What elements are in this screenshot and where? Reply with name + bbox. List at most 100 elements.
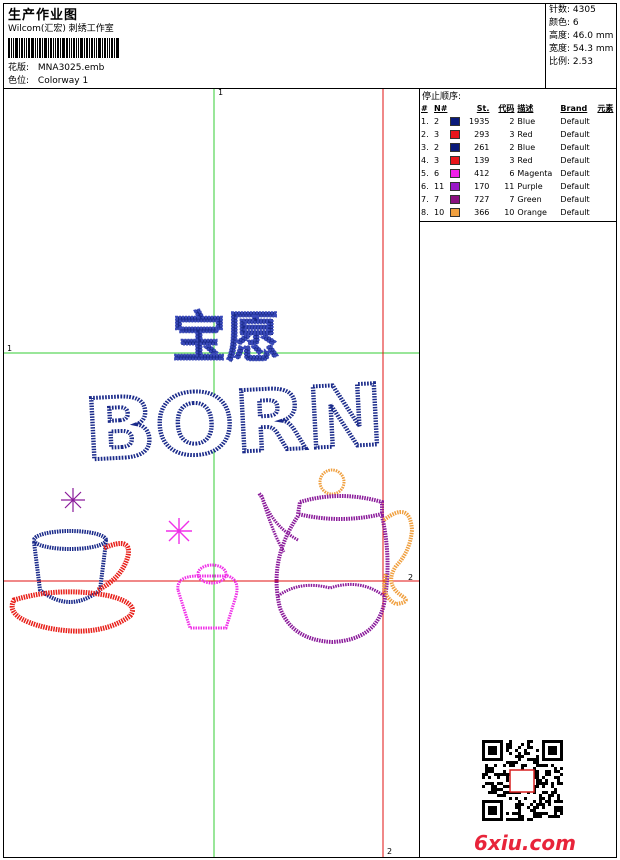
qr-module [485, 764, 488, 767]
qr-module [518, 812, 521, 815]
qr-module [524, 764, 527, 767]
qr-module [506, 785, 509, 788]
qr-module [518, 752, 521, 755]
qr-module [539, 764, 542, 767]
qr-finder [548, 746, 557, 755]
cupcake [166, 518, 239, 630]
qr-module [530, 809, 533, 812]
qr-module [536, 764, 539, 767]
qr-module [527, 752, 530, 755]
qr-module [542, 803, 545, 806]
qr-module [485, 773, 488, 776]
watermark-logo: 6xiu.com [474, 831, 576, 855]
qr-module [506, 746, 509, 749]
teapot [257, 468, 415, 645]
qr-module [548, 800, 551, 803]
qr-module [491, 782, 494, 785]
qr-module [506, 818, 509, 821]
qr-module [542, 776, 545, 779]
qr-module [545, 812, 548, 815]
qr-module [512, 818, 515, 821]
qr-module [536, 776, 539, 779]
qr-module [482, 773, 485, 776]
qr-module [491, 791, 494, 794]
qr-module [509, 797, 512, 800]
qr-module [560, 812, 563, 815]
qr-module [518, 758, 521, 761]
qr-module [500, 794, 503, 797]
qr-module [488, 767, 491, 770]
qr-module [488, 770, 491, 773]
qr-module [539, 800, 542, 803]
qr-module [557, 809, 560, 812]
qr-module [542, 782, 545, 785]
qr-module [557, 815, 560, 818]
qr-module [503, 785, 506, 788]
qr-module [533, 761, 536, 764]
qr-module [548, 770, 551, 773]
qr-module [557, 800, 560, 803]
qr-module [536, 779, 539, 782]
qr-module [518, 815, 521, 818]
qr-module [494, 788, 497, 791]
qr-module [533, 800, 536, 803]
qr-module [557, 776, 560, 779]
qr-module [488, 776, 491, 779]
qr-module [521, 818, 524, 821]
qr-module [500, 773, 503, 776]
qr-module [518, 800, 521, 803]
qr-module [506, 776, 509, 779]
qr-module [497, 773, 500, 776]
qr-module [548, 803, 551, 806]
qr-module [539, 812, 542, 815]
qr-module [512, 761, 515, 764]
qr-module [506, 761, 509, 764]
qr-module [515, 803, 518, 806]
qr-module [503, 794, 506, 797]
qr-module [518, 746, 521, 749]
qr-module [548, 794, 551, 797]
qr-module [518, 755, 521, 758]
qr-module [482, 776, 485, 779]
qr-module [560, 767, 563, 770]
qr-module [518, 809, 521, 812]
qr-module [527, 806, 530, 809]
design-born-word: BORN [82, 366, 387, 480]
qr-module [515, 806, 518, 809]
qr-module [539, 803, 542, 806]
qr-module [554, 770, 557, 773]
qr-module [506, 749, 509, 752]
qr-module [518, 806, 521, 809]
qr-module [542, 764, 545, 767]
qr-module [545, 764, 548, 767]
qr-module [509, 752, 512, 755]
qr-module [509, 761, 512, 764]
qr-module [542, 812, 545, 815]
qr-module [497, 794, 500, 797]
qr-module [545, 791, 548, 794]
qr-module [494, 764, 497, 767]
qr-module [515, 755, 518, 758]
qr-module [533, 758, 536, 761]
qr-module [530, 803, 533, 806]
qr-module [545, 770, 548, 773]
qr-module [521, 764, 524, 767]
qr-module [554, 788, 557, 791]
qr-module [527, 818, 530, 821]
qr-module [554, 776, 557, 779]
qr-module [548, 797, 551, 800]
qr-module [506, 791, 509, 794]
design-canvas: 宝愿 BORN 6xiu.com [4, 89, 576, 857]
qr-module [548, 773, 551, 776]
qr-module [536, 773, 539, 776]
qr-module [491, 767, 494, 770]
qr-module [497, 776, 500, 779]
qr-module [503, 773, 506, 776]
qr-module [545, 773, 548, 776]
steam-snowflake-left [61, 488, 85, 512]
qr-module [521, 803, 524, 806]
qr-module [518, 803, 521, 806]
qr-module [560, 806, 563, 809]
qr-module [524, 752, 527, 755]
qr-module [545, 782, 548, 785]
